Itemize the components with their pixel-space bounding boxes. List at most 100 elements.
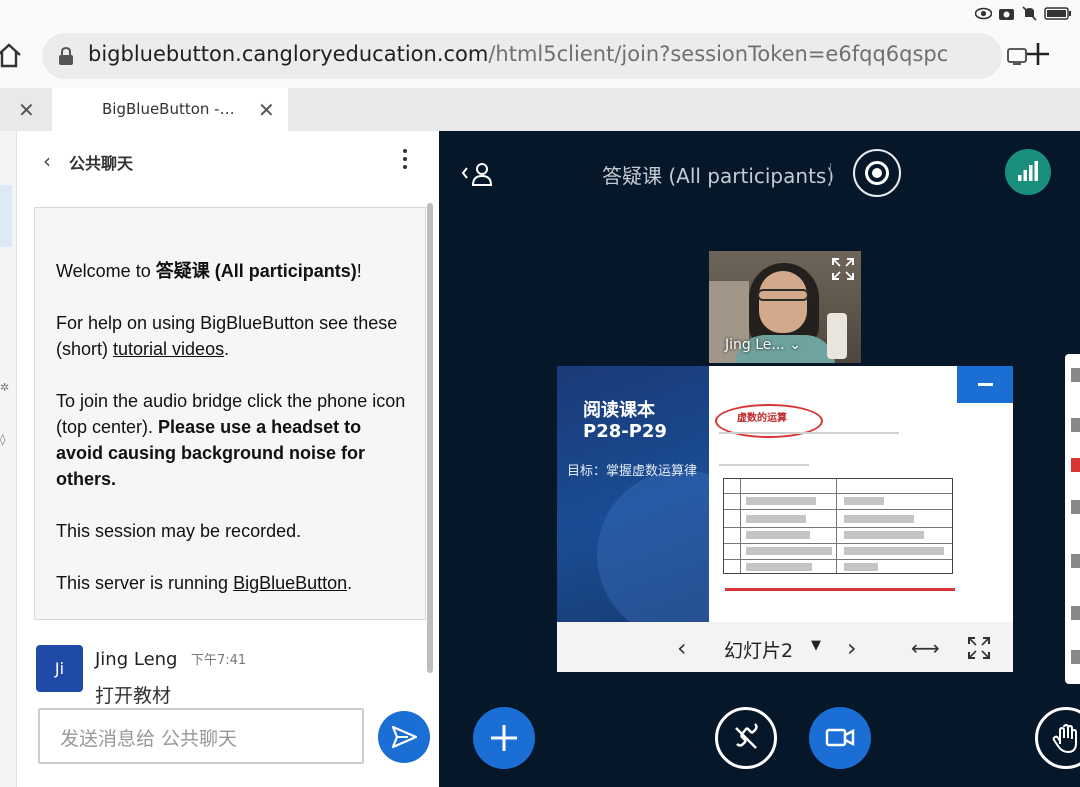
send-button[interactable] (378, 711, 430, 763)
notes-icon[interactable]: ◊ (0, 433, 10, 447)
webcam-video[interactable]: Jing Le... ⌄ (709, 251, 861, 363)
table-divider (724, 509, 952, 510)
camera-icon (825, 728, 855, 747)
plus-icon (491, 725, 517, 751)
message-author: Jing Leng (95, 649, 178, 670)
mute-bell-icon (1021, 6, 1038, 21)
chat-scrollbar[interactable] (427, 203, 433, 673)
slide-text-line (719, 432, 899, 434)
chevron-left-icon[interactable]: ‹ (43, 149, 51, 173)
server-suffix: . (347, 573, 353, 593)
slide-content: 虚数的运算 (709, 366, 1013, 622)
slide-section-header: 虚数的运算 (737, 413, 787, 424)
help-suffix: . (224, 339, 230, 359)
help-line: For help on using BigBlueButton see thes… (56, 310, 413, 362)
webcam-username-text: Jing Le... (725, 337, 785, 353)
undo-icon[interactable] (1071, 606, 1080, 620)
welcome-message: Welcome to 答疑课 (All participants)! For h… (34, 207, 426, 620)
table-divider (724, 543, 952, 544)
webcam-person (757, 289, 809, 301)
welcome-prefix: Welcome to (56, 261, 156, 281)
thickness-icon[interactable] (1071, 500, 1080, 514)
welcome-line: Welcome to 答疑课 (All participants)! (56, 258, 413, 284)
status-icons (974, 6, 1072, 21)
tab-title: BigBlueButton -… (102, 100, 235, 118)
url-text[interactable]: bigbluebutton.cangloryeducation.com/html… (88, 42, 948, 66)
previous-slide-icon[interactable]: ‹ (677, 634, 687, 662)
chat-title: 公共聊天 (69, 154, 134, 173)
new-tab-icon[interactable] (1024, 40, 1052, 68)
slide-title-panel: 阅读课本 P28-P29 目标：掌握虚数运算律 (557, 366, 767, 622)
meeting-title: 答疑课 (All participants) (602, 164, 835, 188)
chat-panel: ‹ 公共聊天 Welcome to 答疑课 (All participants)… (17, 131, 439, 787)
welcome-suffix: ! (356, 261, 362, 281)
divider (830, 163, 831, 185)
clear-icon[interactable] (1071, 650, 1080, 664)
tab-strip: ✕ BigBlueButton -… ✕ (0, 88, 1080, 131)
table-cell (746, 497, 816, 505)
table-cell (844, 547, 944, 555)
close-icon[interactable]: ✕ (258, 98, 275, 122)
url-host: bigbluebutton.cangloryeducation.com (88, 42, 489, 66)
left-nav-strip: ✲ ◊ (0, 131, 17, 787)
settings-icon[interactable]: ✲ (0, 381, 10, 395)
table-cell (844, 563, 878, 571)
server-line: This server is running BigBlueButton. (56, 570, 413, 596)
bigbluebutton-link[interactable]: BigBlueButton (233, 573, 347, 593)
tutorial-videos-link[interactable]: tutorial videos (113, 339, 224, 359)
minimize-presentation-button[interactable] (957, 366, 1013, 403)
slide-title-line: P28-P29 (583, 421, 667, 442)
hand-tool-icon[interactable] (1071, 368, 1080, 382)
pencil-icon[interactable] (1071, 418, 1080, 432)
dropdown-caret-icon[interactable]: ▼ (811, 638, 821, 653)
table-cell (746, 547, 832, 555)
fullscreen-icon[interactable] (831, 257, 855, 281)
battery-icon (1044, 6, 1072, 21)
record-icon[interactable] (853, 149, 901, 197)
table-cell (844, 515, 914, 523)
table-cell (844, 531, 924, 539)
url-path: /html5client/join?sessionToken=e6fqq6qsp… (488, 42, 948, 66)
device-status-bar (0, 0, 1080, 30)
whiteboard-toolbar (1065, 354, 1080, 684)
server-prefix: This server is running (56, 573, 234, 593)
presentation-slide[interactable]: 阅读课本 P28-P29 目标：掌握虚数运算律 虚数的运算 (557, 366, 1013, 622)
table-cell (746, 515, 806, 523)
recorded-line: This session may be recorded. (56, 521, 302, 541)
home-icon[interactable] (0, 40, 24, 70)
fullscreen-icon[interactable] (967, 636, 991, 660)
webcam-person (759, 271, 807, 333)
address-bar[interactable]: bigbluebutton.cangloryeducation.com/html… (42, 33, 1027, 79)
slide-formula-table (723, 478, 953, 574)
share-webcam-button[interactable] (809, 707, 871, 769)
color-icon[interactable] (1071, 458, 1080, 472)
phone-off-icon (735, 723, 758, 749)
more-options-icon[interactable] (401, 149, 409, 171)
table-cell (746, 563, 812, 571)
webcam-username: Jing Le... ⌄ (725, 337, 801, 353)
fit-width-icon[interactable]: ⟷ (911, 636, 940, 660)
chat-message-input[interactable]: 发送消息给 公共聊天 (38, 708, 364, 764)
connection-status-icon[interactable] (1005, 149, 1051, 195)
users-icon[interactable] (461, 159, 497, 189)
slide-title: 阅读课本 P28-P29 (583, 400, 667, 442)
chevron-down-icon[interactable]: ⌄ (789, 337, 801, 353)
avatar: Ji (36, 645, 83, 692)
table-divider (724, 493, 952, 494)
table-divider (724, 559, 952, 560)
slide-text-line (719, 464, 809, 466)
slide-goal: 目标：掌握虚数运算律 (567, 464, 698, 479)
slide-selector[interactable]: 幻灯片2 (724, 636, 793, 663)
actions-button[interactable] (473, 707, 535, 769)
tab-bigbluebutton[interactable]: BigBlueButton -… ✕ (52, 88, 288, 131)
browser-toolbar: bigbluebutton.cangloryeducation.com/html… (0, 30, 1080, 88)
raise-hand-button[interactable] (1035, 707, 1080, 769)
text-tool-icon[interactable] (1071, 554, 1080, 568)
table-cell (844, 497, 884, 505)
eye-icon (974, 6, 993, 21)
leave-audio-button[interactable] (715, 707, 777, 769)
presentation-stage: 答疑课 (All participants) Jing Le... ⌄ 阅读课本… (439, 131, 1080, 787)
close-icon[interactable]: ✕ (18, 98, 35, 122)
lock-icon (58, 46, 74, 65)
next-slide-icon[interactable]: › (847, 634, 857, 662)
